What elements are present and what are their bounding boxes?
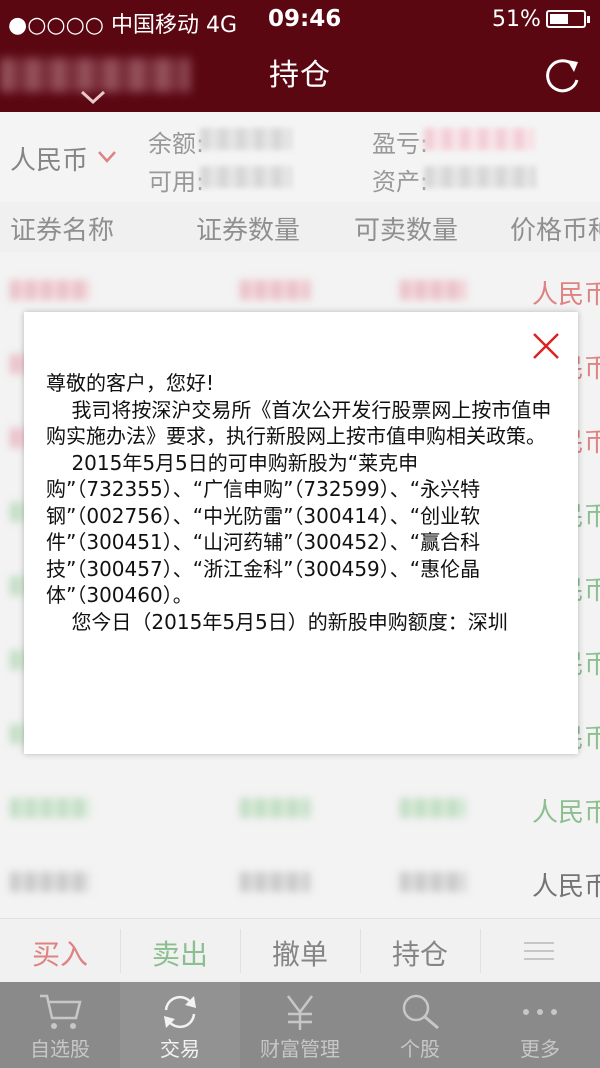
page-title: 持仓 [269, 58, 331, 93]
nav-header: 持仓 [0, 40, 600, 112]
status-bar: ●○○○○ 中国移动 4G 09:46 51% [0, 0, 600, 40]
carrier-info: ●○○○○ 中国移动 4G [8, 13, 238, 38]
refresh-icon[interactable] [540, 54, 584, 98]
clock: 09:46 [268, 6, 342, 32]
notice-dialog: 尊敬的客户，您好! 我司将按深沪交易所《首次公开发行股票网上按市值申购实施办法》… [24, 312, 578, 754]
notice-message: 尊敬的客户，您好! 我司将按深沪交易所《首次公开发行股票网上按市值申购实施办法》… [46, 371, 552, 634]
battery-percent: 51% [492, 7, 541, 32]
close-icon[interactable] [530, 330, 562, 362]
battery-icon [546, 10, 590, 28]
